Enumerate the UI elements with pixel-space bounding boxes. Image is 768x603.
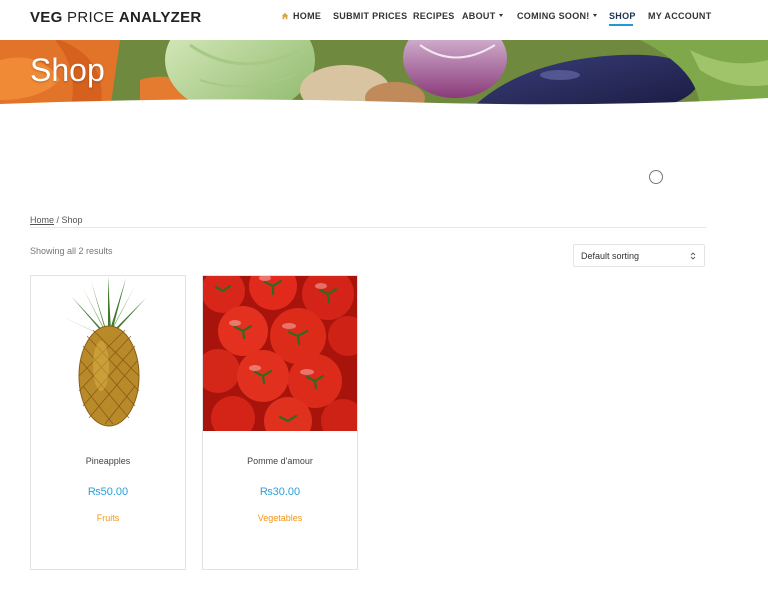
nav-about-label: ABOUT bbox=[462, 11, 496, 21]
nav-item-shop[interactable]: SHOP bbox=[609, 11, 636, 21]
product-card[interactable]: Pineapples ₨50.00 Fruits bbox=[30, 275, 186, 570]
vegetables-banner-image bbox=[0, 40, 768, 110]
nav-coming-soon-label: COMING SOON! bbox=[517, 11, 590, 21]
breadcrumb-current: Shop bbox=[61, 215, 83, 225]
main-navigation: HOME SUBMIT PRICES RECIPES ABOUT COMING … bbox=[0, 11, 768, 25]
page-banner: Shop bbox=[0, 40, 768, 110]
sorting-select[interactable]: Default sorting bbox=[573, 244, 705, 267]
chevron-down-icon bbox=[498, 14, 503, 17]
site-header: VEG PRICE ANALYZER HOME SUBMIT PRICES RE… bbox=[0, 0, 768, 40]
nav-item-recipes[interactable]: RECIPES bbox=[413, 11, 455, 21]
product-category-link[interactable]: Fruits bbox=[31, 513, 185, 523]
product-name[interactable]: Pineapples bbox=[31, 456, 185, 466]
breadcrumb-separator: / bbox=[54, 215, 62, 225]
nav-shop-label: SHOP bbox=[609, 11, 636, 21]
nav-home-label: HOME bbox=[293, 11, 322, 21]
nav-submit-prices-label: SUBMIT PRICES bbox=[333, 11, 408, 21]
product-price: ₨30.00 bbox=[259, 486, 301, 498]
loading-spinner-icon bbox=[649, 170, 663, 184]
nav-recipes-label: RECIPES bbox=[413, 11, 455, 21]
nav-item-submit-prices[interactable]: SUBMIT PRICES bbox=[333, 11, 407, 21]
nav-item-my-account[interactable]: MY ACCOUNT bbox=[648, 11, 712, 21]
nav-item-about[interactable]: ABOUT bbox=[462, 11, 503, 21]
product-image-pineapple[interactable] bbox=[31, 276, 185, 431]
breadcrumb-home-link[interactable]: Home bbox=[30, 215, 54, 225]
breadcrumb: Home / Shop bbox=[30, 215, 83, 225]
product-name[interactable]: Pomme d'amour bbox=[203, 456, 357, 466]
nav-item-coming-soon[interactable]: COMING SOON! bbox=[517, 11, 597, 21]
nav-my-account-label: MY ACCOUNT bbox=[648, 11, 712, 21]
page-title: Shop bbox=[30, 52, 105, 88]
result-count: Showing all 2 results bbox=[30, 246, 113, 256]
tomatoes-image bbox=[203, 276, 357, 431]
breadcrumb-divider bbox=[30, 227, 706, 228]
chevron-down-icon bbox=[592, 14, 597, 17]
sort-arrows-icon bbox=[690, 252, 696, 260]
pineapple-image bbox=[31, 276, 185, 431]
product-image-tomatoes[interactable] bbox=[203, 276, 357, 431]
nav-item-home[interactable]: HOME bbox=[281, 11, 321, 21]
product-card[interactable]: Pomme d'amour ₨30.00 Vegetables bbox=[202, 275, 358, 570]
sorting-select-value: Default sorting bbox=[581, 251, 640, 261]
product-category-link[interactable]: Vegetables bbox=[203, 513, 357, 523]
product-price: ₨50.00 bbox=[87, 486, 129, 498]
home-icon bbox=[281, 12, 289, 20]
active-nav-underline bbox=[609, 24, 633, 26]
